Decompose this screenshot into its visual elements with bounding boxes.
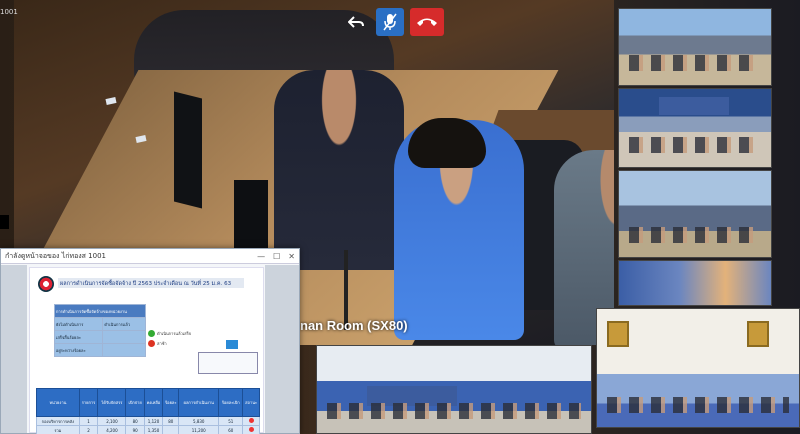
participant-thumbnail[interactable] <box>618 170 772 258</box>
minimize-icon[interactable]: — <box>257 252 265 261</box>
monitor <box>174 91 202 209</box>
portrait-frame <box>607 321 629 347</box>
seated-people <box>629 55 761 71</box>
room-label: nan Room (SX80) <box>300 318 408 333</box>
table-cell: 80 <box>162 416 180 426</box>
alert-dot-icon <box>248 418 254 423</box>
close-icon[interactable]: ✕ <box>288 252 295 261</box>
table-cell <box>242 425 260 434</box>
table-cell: 80 <box>125 416 145 426</box>
column-header: ร้อยละ <box>162 388 180 417</box>
participant-thumbnail[interactable] <box>618 260 772 306</box>
table-cell: ดำเนินการแล้ว <box>102 317 146 331</box>
table-cell: 1,350 <box>143 425 164 434</box>
table-cell: 1,120 <box>143 416 164 426</box>
document-heading: ผลการดำเนินการจัดซื้อจัดจ้าง ปี 2563 ประ… <box>60 281 232 287</box>
table-cell: 2 <box>78 425 99 434</box>
table-cell <box>102 330 146 344</box>
participant-thumbnail[interactable] <box>316 345 592 434</box>
column-header: ได้รับจัดสรร <box>97 388 127 417</box>
participant-thumbnail[interactable] <box>618 88 772 168</box>
logo-icon <box>38 276 54 292</box>
shared-screen-window[interactable]: กำลังดูหน้าจอของ ไก่ทองส 1001 — ☐ ✕ ผลกา… <box>0 248 300 434</box>
portrait-frame <box>747 321 769 347</box>
table-cell: อยู่ระหว่างร้อยละ <box>53 343 104 357</box>
summary-table: การดำเนินการจัดซื้อจัดจ้างของหน่วยงาน ยั… <box>53 304 146 357</box>
seated-people <box>629 227 761 243</box>
table-row: รวม 2 4,200 90 1,350 11,200 60 <box>36 425 260 434</box>
summary-header: การดำเนินการจัดซื้อจัดจ้างของหน่วยงาน <box>54 304 146 318</box>
table-cell: กองบริหารการคลัง <box>36 416 80 426</box>
seated-people <box>607 397 789 413</box>
monitor <box>234 180 268 250</box>
video-conference-screen: 1001 nan Room (SX80) 93 <box>0 0 800 434</box>
column-header: คงเหลือ <box>143 388 164 417</box>
seated-people <box>629 137 761 153</box>
legend-item: ล่าช้า <box>148 340 167 347</box>
table-row: กองบริหารการคลัง 1 2,100 80 1,120 80 5,8… <box>36 416 260 426</box>
participant-thumbnail[interactable] <box>618 8 772 86</box>
column-header: รายการ <box>78 388 99 417</box>
maximize-icon[interactable]: ☐ <box>273 252 280 261</box>
table-cell <box>162 425 180 434</box>
column-header: เบิกจ่าย <box>125 388 145 417</box>
phone-hangup-icon[interactable] <box>410 8 444 36</box>
budget-table: หน่วยงาน รายการ ได้รับจัดสรร เบิกจ่าย คง… <box>36 388 260 434</box>
table-cell: 60 <box>218 425 244 434</box>
legend-label: ล่าช้า <box>157 341 167 346</box>
legend-label: ดำเนินการแล้วเสร็จ <box>157 331 192 336</box>
column-header: ผลการดำเนินงาน <box>178 388 220 417</box>
participant-hair <box>408 118 486 168</box>
table-cell: รวม <box>36 425 80 434</box>
seated-people <box>327 403 581 419</box>
window-titlebar[interactable]: กำลังดูหน้าจอของ ไก่ทองส 1001 — ☐ ✕ <box>1 249 299 264</box>
status-dot-icon <box>148 340 155 347</box>
table-cell: 1 <box>78 416 99 426</box>
column-header: หน่วยงาน <box>36 388 80 417</box>
mic-muted-icon[interactable] <box>376 8 404 36</box>
participant-man <box>274 70 404 270</box>
nameplate <box>105 97 117 105</box>
document-page: ผลการดำเนินการจัดซื้อจัดจ้าง ปี 2563 ประ… <box>29 267 264 434</box>
table-cell: 11,200 <box>178 425 220 434</box>
table-cell <box>242 416 260 426</box>
table-cell <box>102 343 146 357</box>
side-marker <box>0 215 9 229</box>
column-header: สถานะ <box>242 388 260 417</box>
doc-right-margin <box>265 265 299 433</box>
alert-dot-icon <box>248 427 254 432</box>
reply-arrow-icon[interactable] <box>342 8 370 36</box>
table-cell: ยังไม่ดำเนินการ <box>53 317 104 331</box>
status-dot-icon <box>148 330 155 337</box>
table-cell: 51 <box>218 416 244 426</box>
legend-item: ดำเนินการแล้วเสร็จ <box>148 330 191 337</box>
column-header: ร้อยละเบิก <box>218 388 244 417</box>
window-title: กำลังดูหน้าจอของ ไก่ทองส 1001 <box>5 251 106 260</box>
table-cell: 2,100 <box>97 416 127 426</box>
call-controls <box>342 8 444 36</box>
doc-left-margin <box>1 265 27 433</box>
note-box <box>198 352 258 374</box>
stage-banner <box>659 97 729 115</box>
table-cell: 90 <box>125 425 145 434</box>
color-swatch <box>226 340 238 349</box>
table-cell: เสร็จสิ้นร้อยละ <box>53 330 104 344</box>
table-cell: 5,830 <box>178 416 220 426</box>
participant-thumbnail[interactable] <box>596 308 800 428</box>
side-label: 1001 <box>0 8 18 16</box>
table-cell: 4,200 <box>97 425 127 434</box>
